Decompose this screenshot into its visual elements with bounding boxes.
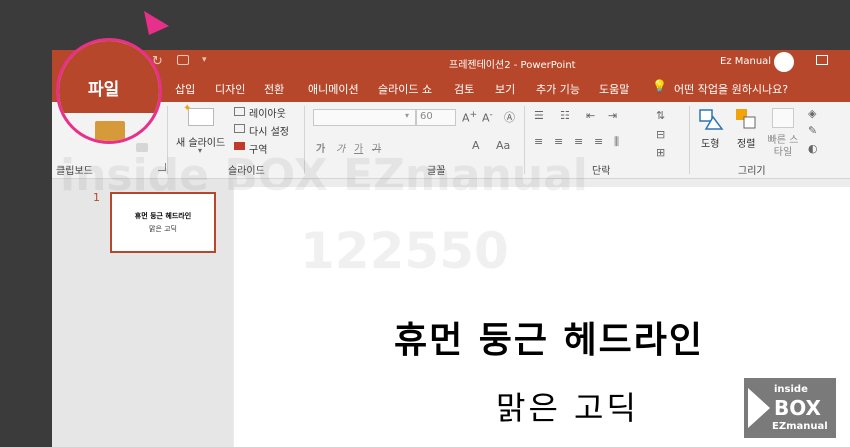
pointer-arrow-icon [144,11,169,35]
smartart-icon[interactable]: ⊞ [656,146,665,159]
logo-chevron-icon [748,388,770,428]
layout-icon [234,107,245,116]
logo: inside BOX EZmanual [744,378,836,438]
arrange-button[interactable]: 정렬 [737,135,755,150]
lightbulb-icon: 💡 [652,79,667,93]
layout-button[interactable]: 레이아웃 [249,105,286,120]
tab-slideshow[interactable]: 슬라이드 쇼 [378,81,432,97]
file-tab-magnifier: 파일 [56,38,162,144]
bullets-icon[interactable]: ☰ [534,109,544,122]
quick-styles-button[interactable]: 빠른 스타일 [765,135,801,159]
slide-thumbnail[interactable]: 휴먼 둥근 헤드라인 맑은 고딕 [110,192,216,253]
chevron-down-icon[interactable]: ▾ [405,111,409,120]
tab-transitions[interactable]: 전환 [264,81,284,97]
tab-view[interactable]: 보기 [495,81,515,97]
file-tab[interactable]: 파일 [88,75,119,100]
columns-icon[interactable]: ⫼ [614,135,619,149]
logo-line3: EZmanual [772,421,828,432]
slide-subtitle[interactable]: 맑은 고딕 [496,383,639,429]
tell-me-search[interactable]: 어떤 작업을 원하시나요? [674,81,788,97]
reset-icon [234,124,245,133]
arrange-icon[interactable] [734,107,758,131]
tab-addins[interactable]: 추가 기능 [536,81,580,97]
group-label-drawing: 그리기 [738,166,766,177]
quick-styles-icon[interactable] [772,108,794,128]
watermark-line1: inside BOX EZmanual [60,150,588,201]
title-bar: ↻ ▾ 프레젠테이션2 - PowerPoint Ez Manual [52,50,850,75]
reset-button[interactable]: 다시 설정 [249,123,289,138]
shape-fill-icon[interactable]: ◈ [808,107,816,120]
customize-toolbar-icon[interactable]: ▾ [202,55,207,65]
decrease-indent-icon[interactable]: ⇤ [586,109,595,122]
watermark-line2: 122550 [300,222,509,280]
align-center-icon[interactable]: ≡ [554,135,563,148]
font-name-dropdown[interactable] [313,109,416,126]
group-label-paragraph: 단락 [592,166,611,177]
thumbnail-subtitle: 맑은 고딕 [149,225,177,233]
paste-icon[interactable] [95,121,125,141]
logo-line2: BOX [774,396,821,420]
slideshow-start-icon[interactable] [177,55,189,65]
section-icon [234,142,245,150]
justify-icon[interactable]: ≡ [594,135,603,148]
text-direction-icon[interactable]: ⇅ [656,109,665,122]
tab-help[interactable]: 도움말 [599,81,629,97]
slide-title[interactable]: 휴먼 둥근 헤드라인 [394,311,704,363]
ribbon-tab-bar: 삽입 디자인 전환 애니메이션 슬라이드 쇼 검토 보기 추가 기능 도움말 💡… [52,75,850,102]
shapes-icon[interactable] [698,107,724,133]
align-left-icon[interactable]: ≡ [534,135,543,148]
tab-animations[interactable]: 애니메이션 [308,81,359,97]
window-title: 프레젠테이션2 - PowerPoint [449,60,576,71]
new-slide-star-icon: ✦ [183,103,192,114]
tab-insert[interactable]: 삽입 [175,81,195,97]
avatar[interactable] [774,52,794,72]
thumbnail-title: 휴먼 둥근 헤드라인 [134,212,192,220]
shape-outline-icon[interactable]: ✎ [808,124,817,137]
shapes-button[interactable]: 도형 [701,135,719,150]
align-text-icon[interactable]: ⊟ [656,128,665,141]
user-name[interactable]: Ez Manual [720,56,771,67]
clear-format-icon[interactable]: Ⓐ [504,109,515,125]
shape-effects-icon[interactable]: ◐ [808,142,818,155]
numbering-icon[interactable]: ☷ [560,109,570,122]
align-right-icon[interactable]: ≡ [574,135,583,148]
logo-line1: inside [774,384,808,395]
new-slide-icon[interactable] [188,108,214,126]
ribbon-display-options-icon[interactable] [816,55,828,65]
font-size-value: 60 [420,111,433,122]
separator [689,106,690,174]
increase-indent-icon[interactable]: ⇥ [608,109,617,122]
tab-review[interactable]: 검토 [454,81,474,97]
decrease-font-icon[interactable]: A- [482,109,493,125]
font-size-dropdown[interactable]: 60 [416,109,456,126]
increase-font-icon[interactable]: A+ [462,109,477,125]
tab-design[interactable]: 디자인 [215,81,245,97]
